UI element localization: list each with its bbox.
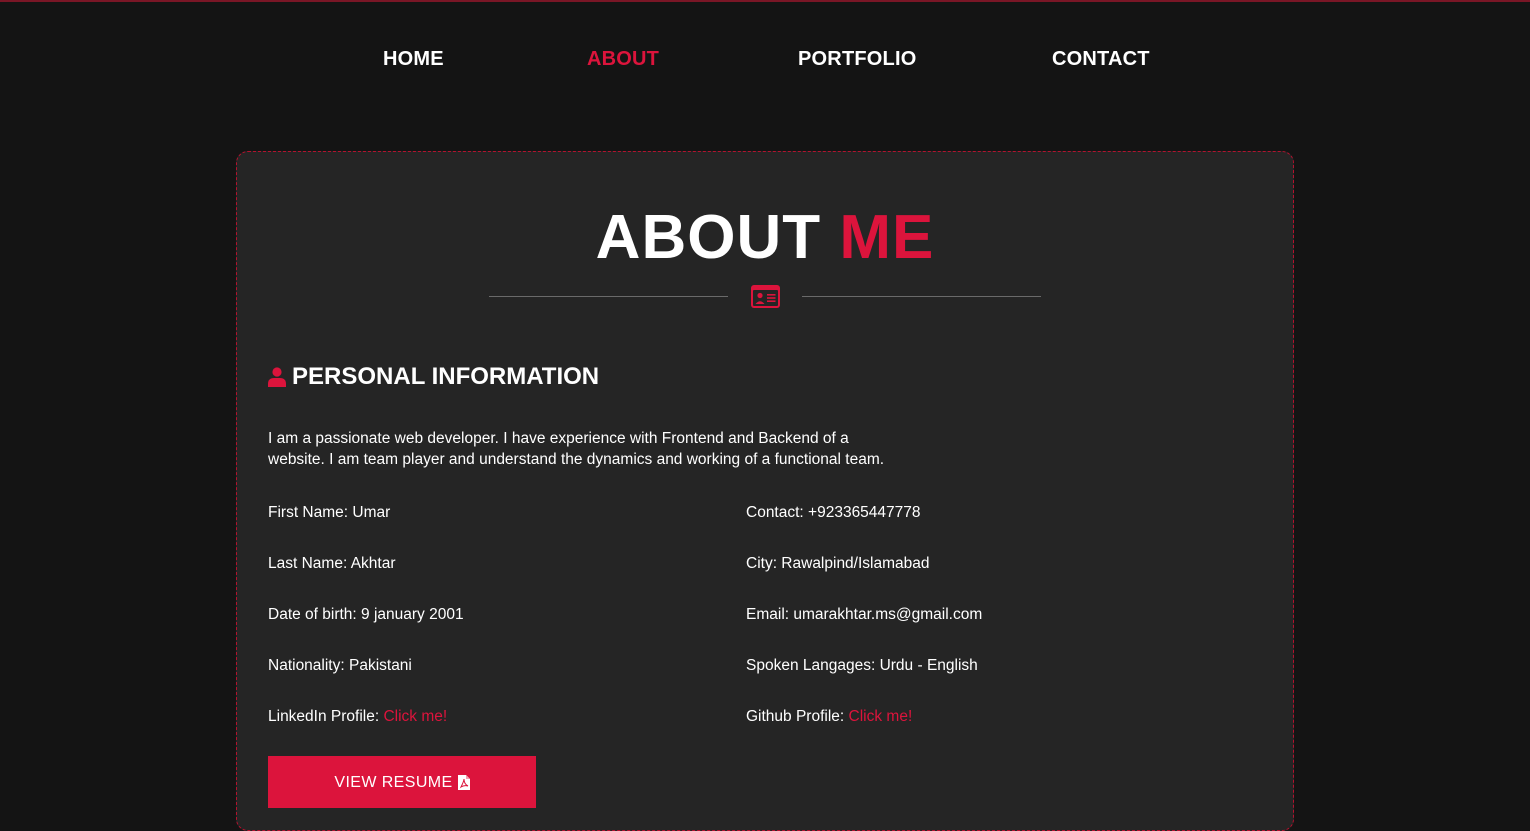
last-name: Last Name: Akhtar [268, 555, 396, 572]
top-accent-line [0, 0, 1530, 2]
view-resume-label: VIEW RESUME [334, 774, 453, 791]
nav-contact[interactable]: CONTACT [1052, 48, 1150, 71]
github-label: Github Profile: [746, 708, 849, 725]
email: Email: umarakhtar.ms@gmail.com [746, 606, 983, 623]
user-icon [268, 367, 286, 387]
spoken-languages: Spoken Langages: Urdu - English [746, 657, 978, 674]
nationality: Nationality: Pakistani [268, 657, 412, 674]
bio-text: I am a passionate web developer. I have … [268, 430, 885, 468]
github-link[interactable]: Click me! [849, 708, 913, 725]
nav-home[interactable]: HOME [383, 48, 444, 71]
github-profile: Github Profile: Click me! [746, 707, 912, 727]
linkedin-label: LinkedIn Profile: [268, 708, 384, 725]
contact-number: Contact: +923365447778 [746, 504, 921, 521]
city: City: Rawalpind/Islamabad [746, 555, 930, 572]
personal-info-heading: PERSONAL INFORMATION [268, 363, 599, 391]
first-name: First Name: Umar [268, 504, 391, 521]
date-of-birth: Date of birth: 9 january 2001 [268, 606, 464, 623]
nav-portfolio[interactable]: PORTFOLIO [798, 48, 916, 71]
view-resume-button[interactable]: VIEW RESUME [268, 756, 536, 808]
main-nav: HOME ABOUT PORTFOLIO CONTACT [0, 48, 1530, 78]
divider-left [489, 296, 728, 297]
nav-about[interactable]: ABOUT [587, 48, 659, 71]
title-main: ABOUT [595, 203, 822, 272]
personal-info-label: PERSONAL INFORMATION [292, 363, 600, 390]
pdf-file-icon [457, 775, 470, 790]
page-title: ABOUT ME [0, 200, 1530, 276]
divider-right [802, 296, 1041, 297]
title-accent: ME [839, 203, 935, 272]
linkedin-profile: LinkedIn Profile: Click me! [268, 707, 447, 727]
id-card-icon [751, 285, 780, 308]
linkedin-link[interactable]: Click me! [383, 708, 447, 725]
